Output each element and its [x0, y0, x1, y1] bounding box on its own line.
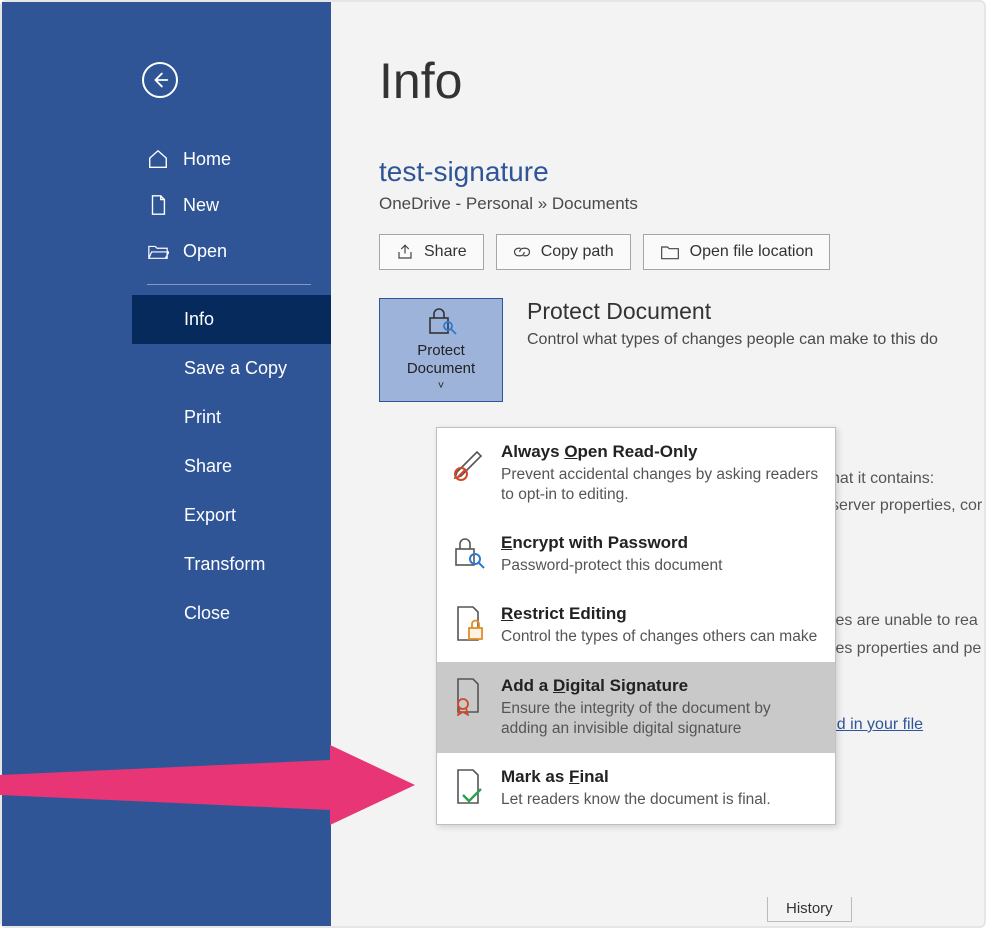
- menu-item-title: Add a Digital Signature: [501, 676, 819, 696]
- folder-icon: [660, 243, 680, 261]
- section-title: Protect Document: [527, 298, 938, 325]
- menu-item-title: Mark as Final: [501, 767, 771, 787]
- back-arrow-icon: [149, 69, 171, 91]
- protect-document-button[interactable]: Protect Document ˅: [379, 298, 503, 402]
- menu-item-title: Always Open Read-Only: [501, 442, 819, 462]
- home-icon: [147, 148, 169, 170]
- link-icon: [513, 243, 531, 261]
- lock-key-icon: [424, 306, 458, 336]
- history-tab-fragment: History: [767, 897, 852, 922]
- secondary-nav: Info Save a Copy Print Share Export Tran…: [132, 295, 331, 638]
- protect-section: Protect Document ˅ Protect Document Cont…: [379, 298, 984, 402]
- menu-item-desc: Prevent accidental changes by asking rea…: [501, 465, 819, 505]
- menu-item-desc: Let readers know the document is final.: [501, 790, 771, 810]
- menu-item-mark-final[interactable]: Mark as Final Let readers know the docum…: [437, 753, 835, 824]
- document-ribbon-icon: [451, 676, 487, 716]
- sidebar-label: Print: [184, 407, 221, 428]
- open-location-button[interactable]: Open file location: [643, 234, 831, 270]
- document-check-icon: [451, 767, 487, 807]
- sidebar-item-export[interactable]: Export: [132, 491, 331, 540]
- breadcrumb[interactable]: OneDrive - Personal » Documents: [379, 194, 984, 214]
- menu-item-desc: Password-protect this document: [501, 556, 722, 576]
- menu-item-desc: Ensure the integrity of the document by …: [501, 699, 819, 739]
- document-lock-icon: [451, 604, 487, 644]
- sidebar-label: Info: [184, 309, 214, 330]
- sidebar-label: Transform: [184, 554, 265, 575]
- sidebar-item-share[interactable]: Share: [132, 442, 331, 491]
- page-heading: Info: [379, 52, 984, 110]
- protect-document-menu: Always Open Read-Only Prevent accidental…: [436, 427, 836, 825]
- sidebar: Home New Open Info Save a Copy Print: [2, 2, 331, 926]
- sidebar-item-save-copy[interactable]: Save a Copy: [132, 344, 331, 393]
- sidebar-label: Export: [184, 505, 236, 526]
- menu-item-title: Restrict Editing: [501, 604, 817, 624]
- sidebar-label: New: [183, 195, 219, 216]
- share-button[interactable]: Share: [379, 234, 484, 270]
- back-button[interactable]: [142, 62, 178, 98]
- lock-key-icon: [451, 533, 487, 573]
- new-doc-icon: [147, 194, 169, 216]
- document-title[interactable]: test-signature: [379, 156, 984, 188]
- pencil-forbidden-icon: [451, 442, 487, 482]
- menu-item-restrict[interactable]: Restrict Editing Control the types of ch…: [437, 590, 835, 661]
- sidebar-label: Open: [183, 241, 227, 262]
- button-label: Open file location: [690, 243, 814, 261]
- sidebar-divider: [147, 284, 311, 285]
- sidebar-item-home[interactable]: Home: [132, 136, 331, 182]
- menu-item-encrypt[interactable]: Encrypt with Password Password-protect t…: [437, 519, 835, 590]
- sidebar-item-close[interactable]: Close: [132, 589, 331, 638]
- sidebar-item-print[interactable]: Print: [132, 393, 331, 442]
- sidebar-item-transform[interactable]: Transform: [132, 540, 331, 589]
- section-desc: Control what types of changes people can…: [527, 331, 938, 349]
- sidebar-label: Share: [184, 456, 232, 477]
- folder-open-icon: [147, 240, 169, 262]
- button-label: Protect Document: [384, 342, 498, 378]
- menu-item-desc: Control the types of changes others can …: [501, 627, 817, 647]
- menu-item-title: Encrypt with Password: [501, 533, 722, 553]
- action-row: Share Copy path Open file location: [379, 234, 984, 270]
- protect-section-body: Protect Document Control what types of c…: [527, 298, 938, 402]
- sidebar-label: Save a Copy: [184, 358, 287, 379]
- button-label: Copy path: [541, 243, 614, 261]
- sidebar-item-new[interactable]: New: [132, 182, 331, 228]
- button-label: Share: [424, 243, 467, 261]
- sidebar-label: Home: [183, 149, 231, 170]
- sidebar-label: Close: [184, 603, 230, 624]
- copy-path-button[interactable]: Copy path: [496, 234, 631, 270]
- share-icon: [396, 243, 414, 261]
- menu-item-read-only[interactable]: Always Open Read-Only Prevent accidental…: [437, 428, 835, 519]
- sidebar-item-open[interactable]: Open: [132, 228, 331, 274]
- sidebar-item-info[interactable]: Info: [132, 295, 331, 344]
- menu-item-digital-signature[interactable]: Add a Digital Signature Ensure the integ…: [437, 662, 835, 753]
- chevron-down-icon: ˅: [438, 380, 444, 393]
